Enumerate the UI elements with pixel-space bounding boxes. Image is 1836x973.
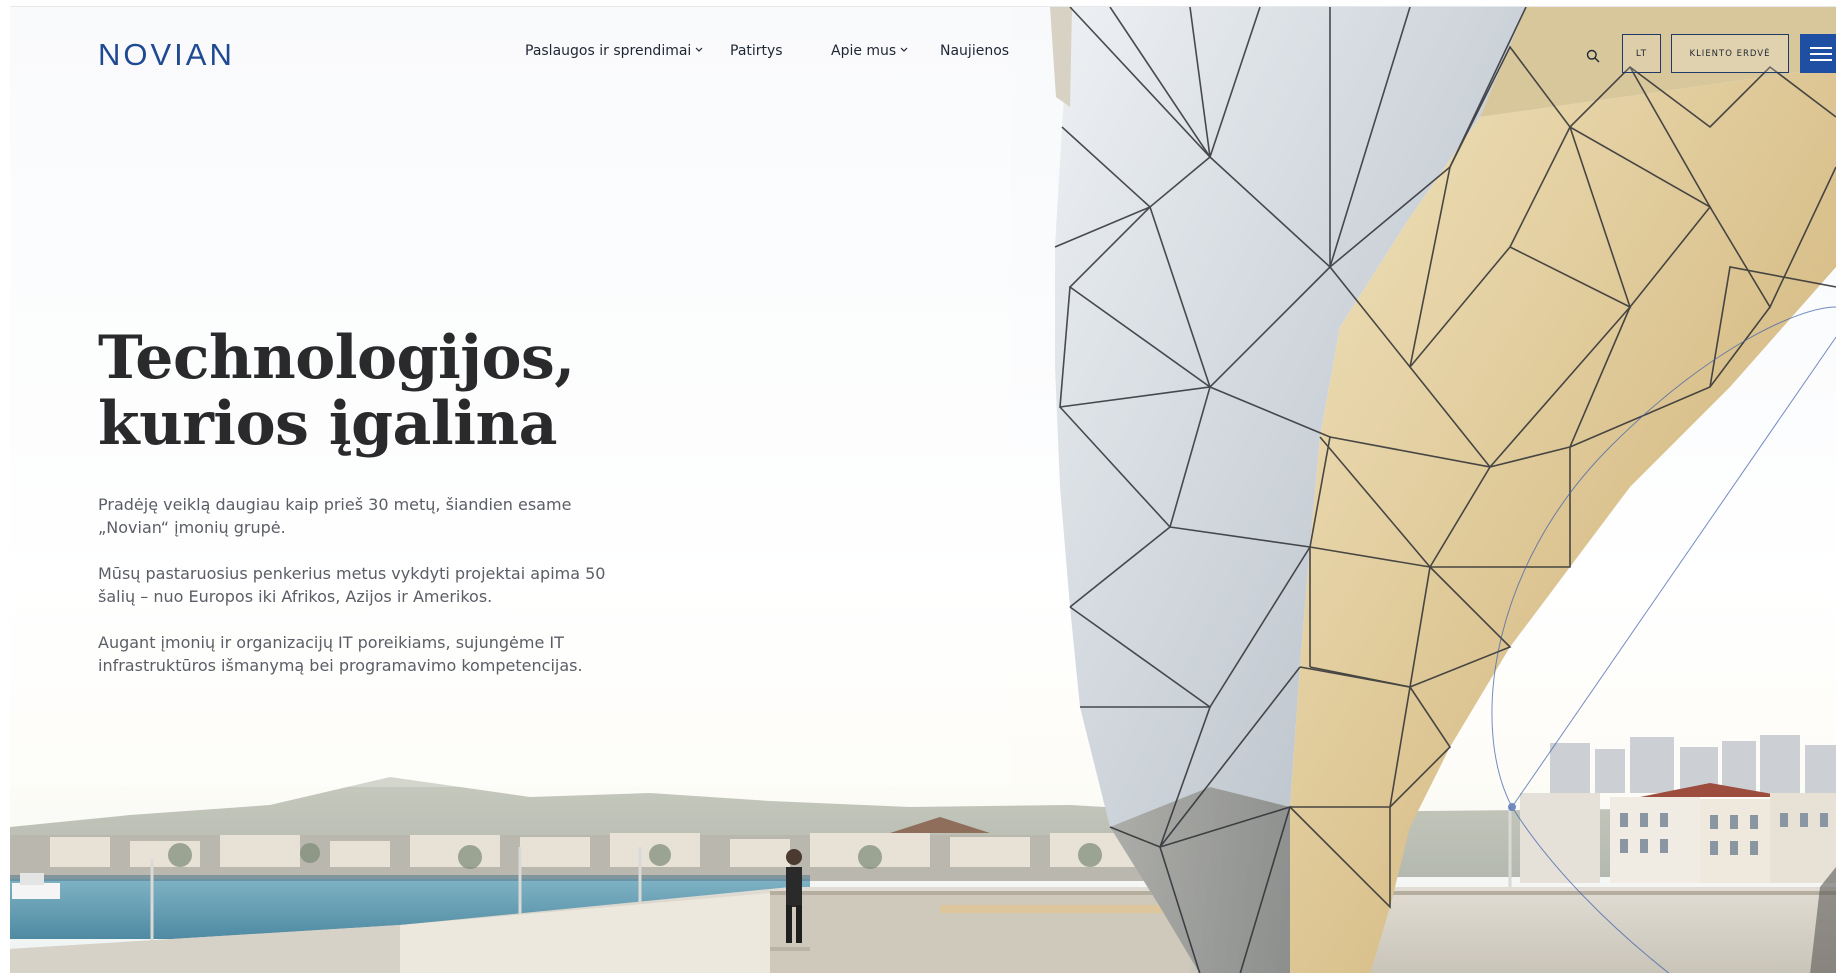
- hero-title: Technologijos, kurios įgalina: [98, 325, 658, 457]
- nav-item-label: Naujienos: [940, 43, 1010, 59]
- language-switch-button[interactable]: LT: [1622, 34, 1661, 73]
- nav-item-label: Paslaugos ir sprendimai: [525, 43, 692, 59]
- hamburger-menu-button[interactable]: [1800, 34, 1836, 73]
- hero-title-line-2: kurios įgalina: [98, 389, 558, 459]
- hero-paragraph-projects: Mūsų pastaruosius penkerius metus vykdyt…: [98, 564, 606, 606]
- nav-item-experience[interactable]: Patirtys: [730, 43, 783, 59]
- search-icon: [1586, 49, 1600, 63]
- search-button[interactable]: [1582, 45, 1604, 67]
- hero-paragraph-history: Pradėję veiklą daugiau kaip prieš 30 met…: [98, 495, 572, 537]
- nav-item-label: Apie mus: [831, 43, 897, 59]
- hero-background-image: [10, 7, 1836, 973]
- site-header: NOVIAN Paslaugos ir sprendimai Patirtys …: [10, 7, 1836, 97]
- novian-logo[interactable]: NOVIAN: [98, 37, 235, 73]
- client-area-button[interactable]: KLIENTO ERDVĖ: [1671, 34, 1789, 73]
- nav-item-news[interactable]: Naujienos: [940, 43, 1009, 59]
- nav-item-label: Patirtys: [730, 43, 783, 59]
- nav-item-about[interactable]: Apie mus: [831, 43, 908, 59]
- chevron-down-icon: [695, 46, 703, 56]
- hero-title-line-1: Technologijos,: [98, 323, 575, 393]
- nav-item-services[interactable]: Paslaugos ir sprendimai: [525, 43, 703, 59]
- hero-paragraph-competencies: Augant įmonių ir organizacijų IT poreiki…: [98, 633, 583, 675]
- hamburger-menu-icon: [1810, 43, 1832, 65]
- chevron-down-icon: [900, 46, 908, 56]
- page-frame: NOVIAN Paslaugos ir sprendimai Patirtys …: [10, 6, 1836, 973]
